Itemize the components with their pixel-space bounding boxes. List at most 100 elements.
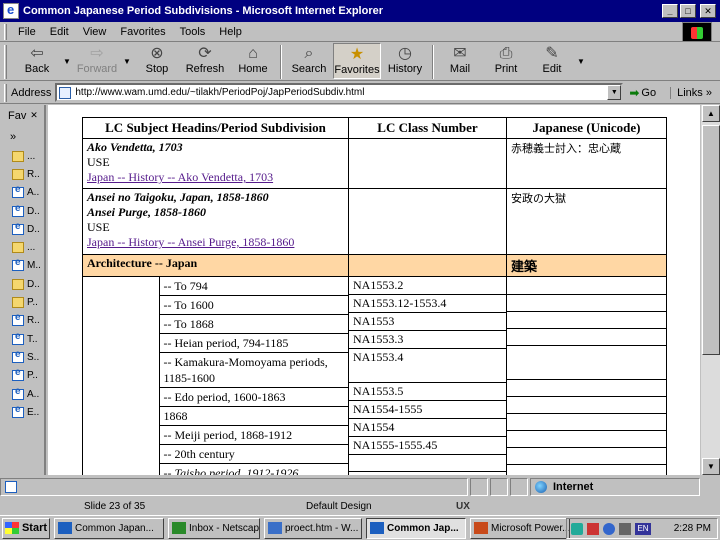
address-url: http://www.wam.umd.edu/~tilakh/PeriodPoj… (75, 87, 365, 98)
scroll-thumb[interactable] (702, 125, 720, 355)
toolbar-grip[interactable] (4, 45, 7, 79)
favorite-item[interactable]: D.. (0, 202, 44, 220)
favorites-more-button[interactable]: » (0, 127, 44, 147)
favorites-more-label: » (10, 131, 17, 143)
home-button[interactable]: ⌂ Home (229, 43, 277, 79)
edit-dropdown[interactable]: ▼ (575, 43, 587, 79)
taskbar-task-button[interactable]: Common Japan... (54, 517, 164, 539)
class-number: NA1554-1555 (349, 400, 506, 419)
stop-button[interactable]: ⊗ Stop (133, 43, 181, 79)
search-button[interactable]: ⌕ Search (285, 43, 333, 79)
ie-page-icon (12, 257, 24, 272)
tray-app-icon[interactable] (571, 522, 583, 535)
tray-network-icon[interactable] (603, 522, 615, 535)
tray-virus-icon[interactable] (587, 522, 599, 535)
indent-cell (83, 463, 160, 475)
favorite-item[interactable]: D.. (0, 275, 44, 293)
links-button[interactable]: Links » (670, 86, 712, 99)
internet-globe-icon (535, 481, 547, 493)
favorite-label: A.. (27, 187, 40, 199)
address-grip[interactable] (4, 83, 7, 102)
stop-label: Stop (145, 63, 169, 75)
go-button[interactable]: ➡ Go (629, 86, 656, 100)
menu-view[interactable]: View (76, 26, 114, 38)
edit-page-icon: ✎ (545, 45, 559, 62)
favorite-item[interactable]: M.. (0, 257, 44, 275)
edit-label: Edit (542, 63, 562, 75)
menu-help[interactable]: Help (212, 26, 249, 38)
tray-language-icon[interactable]: EN (635, 522, 651, 535)
indent-cell (83, 314, 160, 334)
status-bar: Internet (0, 477, 720, 497)
refresh-label: Refresh (185, 63, 225, 75)
section-row: Architecture -- Japan 建築 (82, 254, 667, 277)
go-label: Go (641, 86, 657, 99)
subdivision-label: -- To 1600 (159, 295, 348, 315)
favorite-item[interactable]: ... (0, 238, 44, 256)
clock[interactable]: 2:28 PM (674, 523, 711, 534)
address-input[interactable]: http://www.wam.umd.edu/~tilakh/PeriodPoj… (55, 83, 624, 102)
favorite-item[interactable]: E.. (0, 403, 44, 421)
menu-tools[interactable]: Tools (173, 26, 213, 38)
favorite-item[interactable]: A.. (0, 385, 44, 403)
address-bar: Address http://www.wam.umd.edu/~tilakh/P… (0, 82, 720, 104)
scroll-up-icon[interactable]: ▲ (702, 105, 720, 122)
back-label: Back (24, 63, 50, 75)
status-page-icon (5, 481, 17, 493)
class-number (349, 454, 506, 472)
task-label: Inbox - Netscap... (189, 522, 260, 534)
favorite-item[interactable]: ... (0, 147, 44, 165)
favorites-button[interactable]: ★ Favorites (333, 43, 381, 79)
indent-cell (83, 387, 160, 407)
taskbar-task-button[interactable]: Common Jap... (366, 517, 466, 539)
windows-flag-icon (4, 522, 19, 534)
favorite-item[interactable]: P.. (0, 293, 44, 311)
edit-button[interactable]: ✎ Edit (529, 43, 575, 79)
minimize-button[interactable]: _ (662, 4, 678, 18)
indent-cell (83, 277, 160, 296)
taskbar-task-button[interactable]: Microsoft Power... (470, 517, 570, 539)
maximize-button[interactable]: □ (680, 4, 696, 18)
favorite-item[interactable]: R.. (0, 165, 44, 183)
menu-grip[interactable] (4, 23, 7, 40)
forward-button[interactable]: ⇨ Forward (73, 43, 121, 79)
favorite-item[interactable]: P.. (0, 367, 44, 385)
subdivision-label: -- Heian period, 794-1185 (159, 333, 348, 353)
history-button[interactable]: ◷ History (381, 43, 429, 79)
close-button[interactable]: ✕ (700, 4, 716, 18)
design-name: Default Design (306, 500, 372, 512)
subdivision-label: -- To 794 (159, 277, 348, 296)
back-button[interactable]: ⇦ Back (13, 43, 61, 79)
spellcheck-icon[interactable]: UX (456, 501, 470, 512)
favorite-label: M.. (27, 260, 41, 272)
back-dropdown[interactable]: ▼ (61, 43, 73, 79)
favorite-item[interactable]: A.. (0, 184, 44, 202)
ie-page-icon (12, 404, 24, 418)
ie-icon[interactable] (3, 2, 19, 19)
print-button[interactable]: ⎙ Print (483, 43, 529, 79)
address-dropdown[interactable]: ▼ (607, 85, 622, 100)
menu-favorites[interactable]: Favorites (113, 26, 172, 38)
tray-printer-icon[interactable] (619, 522, 631, 535)
favorite-item[interactable]: S.. (0, 348, 44, 366)
vertical-scrollbar[interactable]: ▲ ▼ (700, 105, 720, 475)
forward-dropdown[interactable]: ▼ (121, 43, 133, 79)
favorites-close-icon[interactable]: ✕ (28, 109, 40, 121)
see-link[interactable]: Japan -- History -- Ansei Purge, 1858-18… (87, 235, 344, 250)
start-button[interactable]: Start (2, 517, 50, 539)
refresh-button[interactable]: ⟳ Refresh (181, 43, 229, 79)
favorite-item[interactable]: R.. (0, 312, 44, 330)
favorite-item[interactable]: T.. (0, 330, 44, 348)
scroll-down-icon[interactable]: ▼ (702, 458, 720, 475)
menu-file[interactable]: File (11, 26, 43, 38)
task-label: Common Japan... (75, 522, 154, 534)
taskbar-task-button[interactable]: Inbox - Netscap... (168, 517, 260, 539)
see-link[interactable]: Japan -- History -- Ako Vendetta, 1703 (87, 170, 344, 185)
mail-button[interactable]: ✉ Mail (437, 43, 483, 79)
menu-edit[interactable]: Edit (43, 26, 76, 38)
class-row: NA1554-1555 (349, 400, 506, 419)
favorite-item[interactable]: D.. (0, 220, 44, 238)
taskbar-task-button[interactable]: proect.htm - W... (264, 517, 362, 539)
favorite-label: S.. (27, 351, 40, 363)
favorite-label: E.. (27, 406, 40, 418)
